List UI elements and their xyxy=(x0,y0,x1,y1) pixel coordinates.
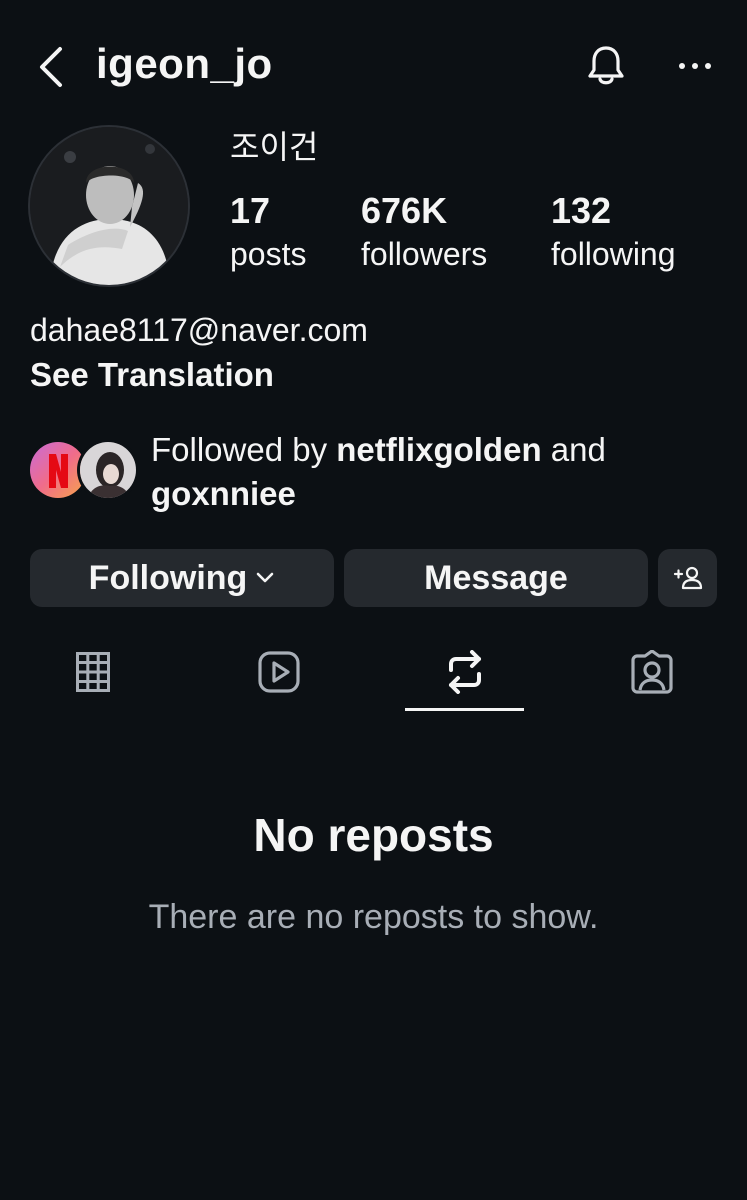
message-button[interactable]: Message xyxy=(344,549,648,607)
following-count: 132 xyxy=(551,190,612,231)
active-tab-indicator xyxy=(405,708,524,711)
stat-posts[interactable]: 17 posts xyxy=(230,190,306,273)
followed-by-connector: and xyxy=(550,431,606,468)
tab-reposts-icon[interactable] xyxy=(445,650,485,694)
followers-count: 676K xyxy=(361,190,448,231)
profile-avatar[interactable] xyxy=(30,127,188,285)
profile-username: igeon_jo xyxy=(96,40,273,87)
tab-grid-icon[interactable] xyxy=(76,652,110,692)
netflix-avatar xyxy=(30,442,86,498)
followed-by-text[interactable]: Followed by netflixgolden and goxnniee xyxy=(151,428,711,516)
more-options-icon[interactable] xyxy=(678,60,712,72)
stat-following[interactable]: 132 following xyxy=(551,190,676,273)
follower-goxnniee[interactable]: goxnniee xyxy=(151,475,296,512)
empty-state-subtitle: There are no reposts to show. xyxy=(148,898,599,936)
posts-label: posts xyxy=(230,236,307,272)
followers-label: followers xyxy=(361,236,488,272)
tab-tagged-icon[interactable] xyxy=(631,650,673,694)
profile-full-name: 조이건 xyxy=(230,129,319,165)
tab-reels-icon[interactable] xyxy=(258,651,300,693)
bell-icon[interactable] xyxy=(585,44,627,88)
following-button[interactable]: Following xyxy=(30,549,334,607)
see-translation-link[interactable]: See Translation xyxy=(30,356,274,394)
stat-followers[interactable]: 676K followers xyxy=(361,190,487,273)
posts-count: 17 xyxy=(230,190,271,231)
back-chevron-icon[interactable] xyxy=(36,46,66,88)
empty-state-title: No reposts xyxy=(253,809,494,861)
chevron-down-icon xyxy=(255,571,275,585)
follower-netflixgolden[interactable]: netflixgolden xyxy=(336,431,541,468)
message-button-label: Message xyxy=(424,558,568,597)
profile-bio: dahae8117@naver.com xyxy=(30,312,368,348)
following-label: following xyxy=(551,236,676,272)
add-user-button[interactable] xyxy=(658,549,717,607)
goxnniee-avatar xyxy=(80,442,136,498)
following-button-label: Following xyxy=(88,558,248,597)
add-person-icon xyxy=(673,565,703,591)
followed-by-prefix: Followed by xyxy=(151,431,328,468)
